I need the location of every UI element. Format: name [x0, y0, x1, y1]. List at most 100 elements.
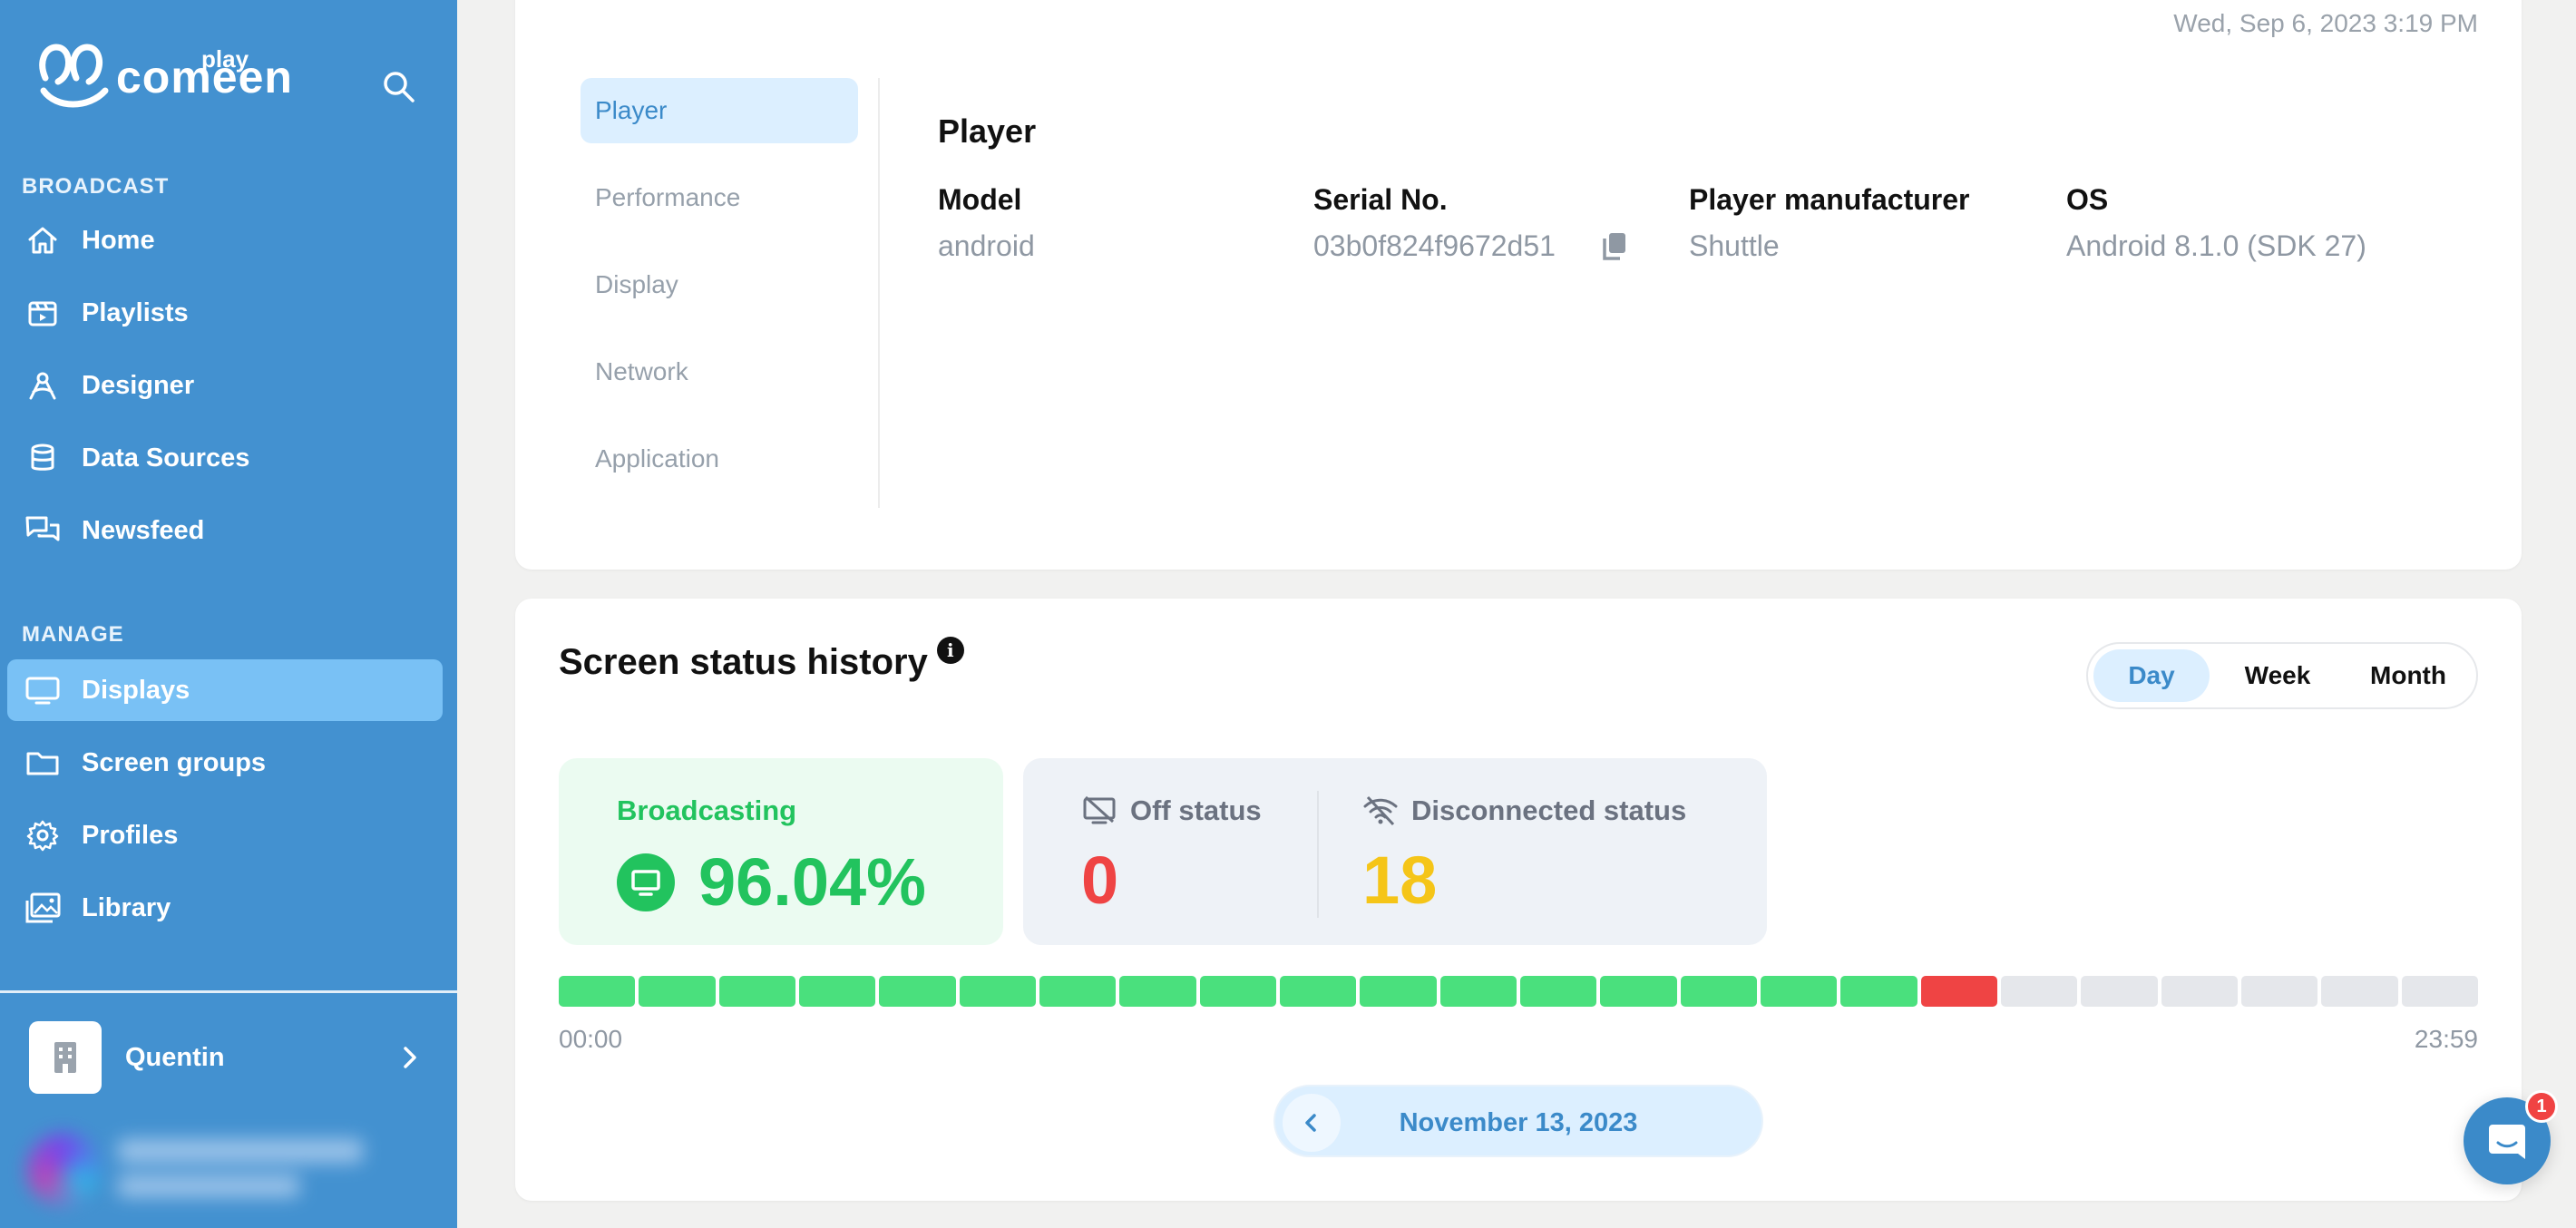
range-day[interactable]: Day [2093, 649, 2210, 702]
stats-divider [1317, 791, 1319, 918]
timeline-block-none[interactable] [2321, 976, 2398, 1007]
timeline-block-on[interactable] [1279, 976, 1357, 1007]
timeline-block-on[interactable] [1439, 976, 1517, 1007]
timeline-block-on[interactable] [1760, 976, 1838, 1007]
status-timeline [559, 976, 2478, 1007]
player-tabs: Player Performance Display Network Appli… [581, 78, 858, 513]
timeline-block-none[interactable] [2240, 976, 2318, 1007]
tab-application[interactable]: Application [581, 426, 858, 492]
monitor-off-icon [1083, 795, 1116, 824]
tab-player[interactable]: Player [581, 78, 858, 143]
timeline-block-on[interactable] [1600, 976, 1677, 1007]
timeline-block-on[interactable] [959, 976, 1036, 1007]
search-button[interactable] [381, 69, 417, 105]
range-week[interactable]: Week [2210, 649, 2346, 702]
tab-network[interactable]: Network [581, 339, 858, 404]
timeline-block-on[interactable] [1840, 976, 1917, 1007]
designer-icon [22, 367, 63, 404]
tabs-divider [878, 78, 880, 508]
broadcast-monitor-icon [617, 853, 675, 911]
sidebar-item-label: Screen groups [82, 747, 267, 777]
search-icon [384, 72, 415, 102]
images-icon [22, 890, 63, 926]
comeen-logo-mark-icon [39, 44, 109, 108]
sidebar-item-label: Playlists [82, 297, 189, 327]
field-value: android [938, 229, 1035, 262]
serial-number-field: Serial No. 03b0f824f9672d51 [1313, 183, 1628, 263]
section-title: Screen status history i [559, 637, 964, 683]
sidebar-divider [0, 990, 457, 993]
sidebar-item-library[interactable]: Library [7, 877, 443, 939]
section-label-broadcast: BROADCAST [22, 174, 170, 199]
timeline-end-label: 23:59 [2414, 1025, 2478, 1053]
field-label: Player manufacturer [1689, 183, 1970, 216]
timeline-block-on[interactable] [1119, 976, 1196, 1007]
blurred-user-name [118, 1139, 363, 1163]
organization-switcher[interactable]: Quentin [29, 1021, 428, 1094]
sidebar-item-label: Profiles [82, 820, 179, 850]
selected-date[interactable]: November 13, 2023 [1275, 1108, 1761, 1138]
timeline-block-on[interactable] [639, 976, 716, 1007]
sidebar-item-label: Data Sources [82, 443, 250, 473]
disconnected-status-header: Disconnected status [1362, 794, 1686, 827]
timeline-block-on[interactable] [1680, 976, 1757, 1007]
wifi-off-icon [1363, 795, 1398, 826]
chat-bubbles-icon [22, 512, 63, 549]
home-icon [22, 222, 63, 258]
avatar [27, 1134, 100, 1206]
tab-performance[interactable]: Performance [581, 165, 858, 230]
off-disconnected-stats: Off status 0 Disconnected status 18 [1023, 758, 1767, 945]
comeen-logo[interactable]: comeen [38, 44, 293, 111]
status-history-title: Screen status history [559, 642, 928, 682]
user-profile-blurred[interactable] [18, 1125, 444, 1215]
os-field: OS Android 8.1.0 (SDK 27) [2066, 183, 2366, 263]
gear-icon [22, 817, 63, 853]
sidebar-item-designer[interactable]: Designer [7, 355, 443, 416]
range-month[interactable]: Month [2346, 649, 2471, 702]
timeline-block-none[interactable] [2000, 976, 2078, 1007]
sidebar-item-screen-groups[interactable]: Screen groups [7, 732, 443, 794]
sidebar-item-data-sources[interactable]: Data Sources [7, 427, 443, 489]
timeline-start-label: 00:00 [559, 1025, 623, 1053]
timeline-block-on[interactable] [879, 976, 956, 1007]
timeline-block-on[interactable] [798, 976, 876, 1007]
sidebar-item-newsfeed[interactable]: Newsfeed [7, 500, 443, 561]
sidebar-item-playlists[interactable]: Playlists [7, 282, 443, 344]
info-icon[interactable]: i [936, 637, 964, 664]
panel-title: Player [938, 112, 1037, 150]
timeline-block-none[interactable] [2161, 976, 2238, 1007]
date-picker: November 13, 2023 [1273, 1085, 1763, 1157]
timeline-block-on[interactable] [1519, 976, 1597, 1007]
sidebar-item-profiles[interactable]: Profiles [7, 804, 443, 866]
field-label: Serial No. [1313, 183, 1448, 216]
chat-icon [2489, 1125, 2525, 1159]
field-value: Android 8.1.0 (SDK 27) [2066, 229, 2366, 262]
sidebar-item-displays[interactable]: Displays [7, 659, 443, 721]
sidebar-item-home[interactable]: Home [7, 210, 443, 271]
notification-badge: 1 [2525, 1090, 2558, 1123]
logo-subtitle: play [201, 45, 249, 73]
timeline-block-on[interactable] [1039, 976, 1117, 1007]
tab-display[interactable]: Display [581, 252, 858, 317]
timeline-block-off[interactable] [1920, 976, 1997, 1007]
last-seen-timestamp: Wed, Sep 6, 2023 3:19 PM [2173, 9, 2478, 37]
timeline-block-none[interactable] [2401, 976, 2478, 1007]
timeline-block-on[interactable] [1199, 976, 1276, 1007]
sidebar: comeen play BROADCAST Home Playlists Des… [0, 0, 457, 1228]
model-field: Model android [938, 183, 1035, 263]
sidebar-item-label: Designer [82, 370, 195, 400]
manufacturer-field: Player manufacturer Shuttle [1689, 183, 1969, 263]
broadcasting-stat: Broadcasting 96.04% [559, 758, 1003, 945]
chat-launcher-button[interactable]: 1 [2464, 1090, 2558, 1184]
timeline-block-on[interactable] [718, 976, 795, 1007]
field-value: Shuttle [1689, 229, 1780, 262]
off-status-label: Off status [1130, 794, 1262, 826]
sidebar-item-label: Displays [82, 675, 190, 705]
copy-icon[interactable] [1601, 231, 1628, 262]
timeline-block-on[interactable] [559, 976, 636, 1007]
sidebar-item-label: Home [82, 225, 155, 255]
off-status-header: Off status [1081, 794, 1262, 827]
timeline-block-none[interactable] [2081, 976, 2158, 1007]
timeline-block-on[interactable] [1360, 976, 1437, 1007]
broadcasting-value: 96.04% [698, 844, 926, 920]
